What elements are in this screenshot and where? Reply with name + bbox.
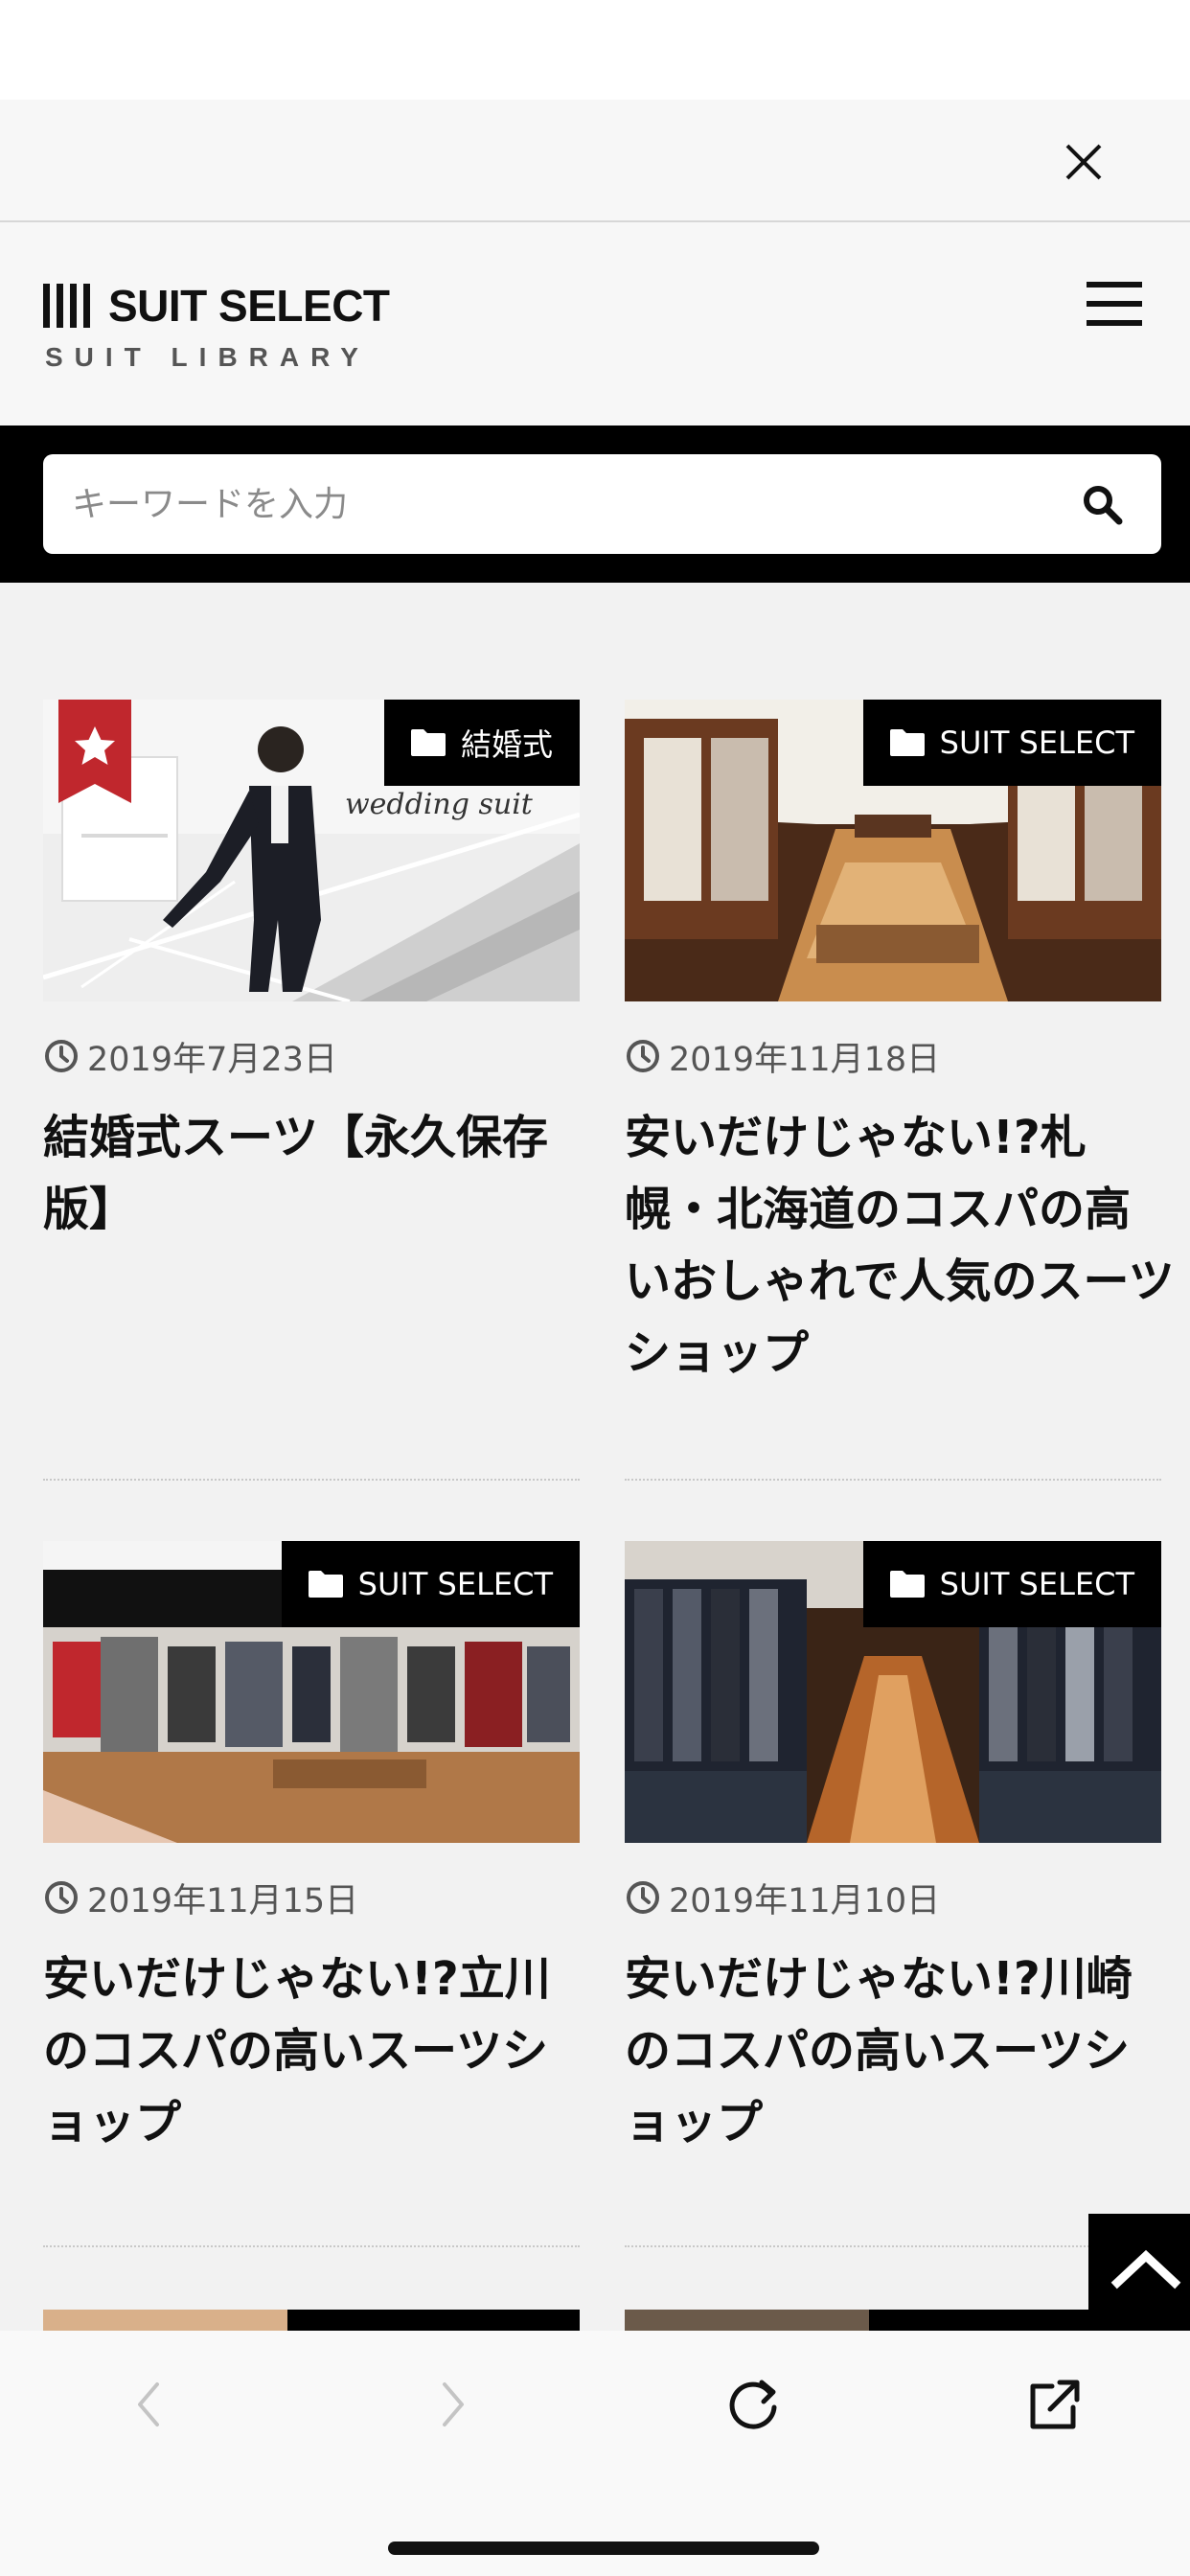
clock-icon <box>627 1881 659 1914</box>
search-input[interactable] <box>72 454 1030 554</box>
folder-icon <box>308 1571 343 1598</box>
article-date: 2019年11月15日 <box>43 1876 359 1920</box>
article-title[interactable]: 安いだけじゃない!?川崎のコスパの高いスーツショップ <box>625 1944 1176 2159</box>
date-text: 2019年7月23日 <box>87 1040 337 1079</box>
status-bar <box>0 0 1190 100</box>
divider <box>43 1479 580 1481</box>
divider <box>625 2245 1161 2247</box>
folder-icon <box>889 729 925 756</box>
date-text: 2019年11月18日 <box>669 1040 941 1079</box>
logo-bars-icon <box>43 284 93 328</box>
article-title[interactable]: 安いだけじゃない!?立川のコスパの高いスーツショップ <box>43 1944 594 2159</box>
webview-top-bar <box>0 100 1190 222</box>
date-text: 2019年11月10日 <box>669 1881 941 1920</box>
divider <box>625 1479 1161 1481</box>
category-label[interactable] <box>287 2310 580 2331</box>
category-label[interactable]: SUIT SELECT <box>862 1541 1161 1627</box>
logo-brand-text: SUIT SELECT <box>108 281 390 331</box>
divider <box>43 2245 580 2247</box>
search-icon[interactable] <box>1081 483 1123 525</box>
article-title[interactable]: 結婚式スーツ【永久保存版】 <box>43 1102 594 1246</box>
category-text: SUIT SELECT <box>357 1566 553 1602</box>
chevron-left-icon[interactable] <box>117 2371 184 2438</box>
logo-subtitle: SUIT LIBRARY <box>45 342 370 372</box>
home-indicator[interactable] <box>388 2542 819 2555</box>
category-label[interactable]: SUIT SELECT <box>281 1541 580 1627</box>
article-thumbnail[interactable] <box>43 2310 287 2331</box>
article-date: 2019年7月23日 <box>43 1035 337 1079</box>
category-label[interactable]: 結婚式 <box>383 700 580 786</box>
category-text: 結婚式 <box>460 726 553 763</box>
search-bar <box>0 426 1190 583</box>
article-title[interactable]: 安いだけじゃない!?札幌・北海道のコスパの高いおしゃれで人気のスーツショップ <box>625 1102 1176 1390</box>
date-text: 2019年11月15日 <box>87 1881 359 1920</box>
clock-icon <box>45 1040 78 1072</box>
search-box <box>43 454 1161 554</box>
site-header: SUIT SELECT SUIT LIBRARY <box>0 222 1190 426</box>
article-list: wedding suit 結婚式 2019年7月23日 結婚式スーツ【永久保存版… <box>0 583 1190 2331</box>
hamburger-menu-icon[interactable] <box>1087 280 1142 328</box>
folder-icon <box>410 729 446 756</box>
image-caption: wedding suit <box>345 788 533 821</box>
article-thumbnail[interactable] <box>625 2310 869 2331</box>
clock-icon <box>45 1881 78 1914</box>
chevron-right-icon[interactable] <box>418 2371 485 2438</box>
browser-toolbar <box>0 2331 1190 2576</box>
clock-icon <box>627 1040 659 1072</box>
chevron-up-icon <box>1110 2249 1181 2289</box>
open-in-browser-icon[interactable] <box>1021 2371 1088 2438</box>
article-card[interactable] <box>43 2310 580 2331</box>
article-card[interactable] <box>625 2310 1161 2331</box>
folder-icon <box>889 1571 925 1598</box>
article-date: 2019年11月18日 <box>625 1035 940 1079</box>
close-icon[interactable] <box>1054 132 1113 192</box>
category-label[interactable]: SUIT SELECT <box>862 700 1161 786</box>
article-date: 2019年11月10日 <box>625 1876 941 1920</box>
category-text: SUIT SELECT <box>939 724 1134 761</box>
scroll-to-top-button[interactable] <box>1088 2214 1190 2331</box>
category-text: SUIT SELECT <box>939 1566 1134 1602</box>
reload-icon[interactable] <box>720 2371 787 2438</box>
star-ribbon-icon <box>58 700 131 803</box>
